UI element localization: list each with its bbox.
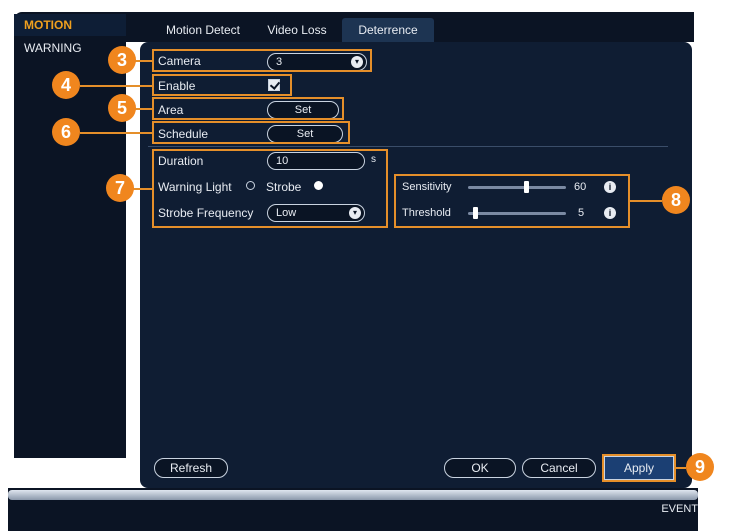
callout-connector xyxy=(80,132,152,134)
callout-connector xyxy=(676,467,686,469)
footer-scrollbar[interactable] xyxy=(8,490,698,500)
ok-button[interactable]: OK xyxy=(444,458,516,478)
tab-video-loss[interactable]: Video Loss xyxy=(256,18,338,42)
callout-marker-4: 4 xyxy=(52,71,80,99)
callout-box-apply xyxy=(602,454,676,482)
callout-marker-6: 6 xyxy=(52,118,80,146)
callout-box-camera xyxy=(152,49,372,72)
callout-box-sliders xyxy=(394,174,630,228)
callout-marker-7: 7 xyxy=(106,174,134,202)
callout-connector xyxy=(132,188,152,190)
tab-deterrence[interactable]: Deterrence xyxy=(342,18,434,42)
callout-marker-5: 5 xyxy=(108,94,136,122)
callout-box-schedule xyxy=(152,121,350,144)
footer-event-label: EVENT xyxy=(661,503,698,515)
callout-box-enable xyxy=(152,74,292,96)
callout-box-area xyxy=(152,97,344,120)
callout-marker-3: 3 xyxy=(108,46,136,74)
cancel-button[interactable]: Cancel xyxy=(522,458,596,478)
callout-marker-8: 8 xyxy=(662,186,690,214)
refresh-button[interactable]: Refresh xyxy=(154,458,228,478)
callout-connector xyxy=(80,85,152,87)
callout-connector xyxy=(630,200,662,202)
sidebar-item-motion[interactable]: MOTION xyxy=(14,14,126,36)
callout-marker-9: 9 xyxy=(686,453,714,481)
tab-motion-detect[interactable]: Motion Detect xyxy=(152,18,254,42)
section-divider xyxy=(148,146,668,147)
callout-box-duration-group xyxy=(152,149,388,228)
